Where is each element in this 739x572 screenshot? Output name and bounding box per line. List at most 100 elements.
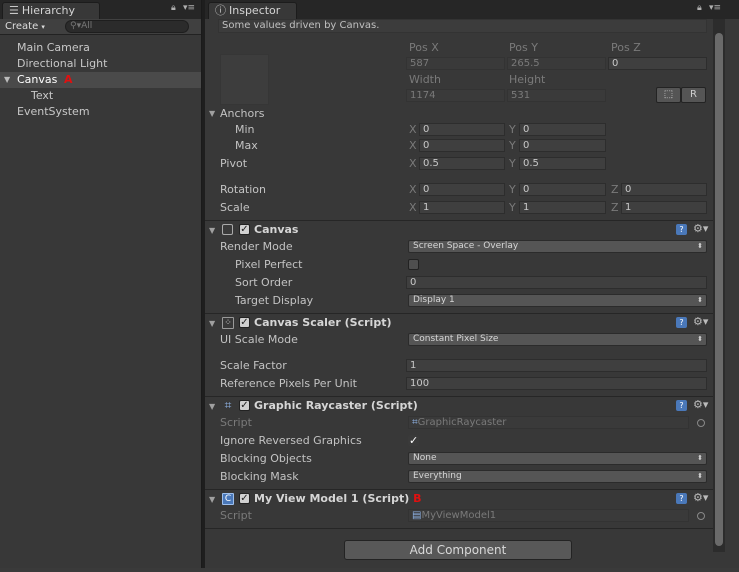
annotation-a: A	[64, 73, 73, 86]
pivot-y-field[interactable]: 0.5	[519, 157, 606, 170]
help-icon[interactable]: ?	[676, 400, 687, 411]
raycaster-script-field: ⌗GraphicRaycaster	[408, 416, 689, 429]
blocking-mask-label: Blocking Mask	[220, 470, 299, 483]
anchor-preset-preview[interactable]	[220, 54, 269, 105]
hierarchy-item-label: Canvas	[17, 73, 58, 86]
rotation-z-field[interactable]: 0	[621, 183, 707, 196]
object-picker-icon[interactable]	[697, 419, 705, 427]
canvas-component-icon	[222, 224, 233, 235]
raycaster-fold-icon[interactable]: ▼	[209, 402, 215, 411]
anchor-min-x-field[interactable]: 0	[419, 123, 505, 136]
add-component-button[interactable]: Add Component	[344, 540, 572, 560]
anchor-min-x-value: 0	[423, 124, 430, 135]
scale-factor-value: 1	[410, 360, 417, 371]
pos-y-field: 265.5	[507, 57, 606, 70]
raycaster-icon: ⌗	[224, 398, 232, 412]
scrollbar-thumb[interactable]	[715, 33, 723, 546]
help-icon[interactable]: ?	[676, 317, 687, 328]
create-button[interactable]: Create ▾	[5, 20, 45, 34]
scale-x-value: 1	[423, 202, 430, 213]
help-icon[interactable]: ?	[676, 224, 687, 235]
sort-order-field[interactable]: 0	[406, 276, 707, 289]
blocking-mask-dropdown[interactable]: Everything ⬍	[408, 470, 707, 483]
script-label: Script	[220, 416, 252, 429]
hierarchy-item-canvas[interactable]: ▼ Canvas A	[0, 72, 201, 88]
raw-edit-button[interactable]: R	[681, 87, 706, 103]
hierarchy-item-label: EventSystem	[17, 105, 90, 118]
render-mode-label: Render Mode	[220, 240, 293, 253]
hierarchy-item-directional-light[interactable]: Directional Light	[17, 56, 107, 72]
anchor-max-y-field[interactable]: 0	[519, 139, 606, 152]
anchor-max-x-field[interactable]: 0	[419, 139, 505, 152]
object-picker-icon[interactable]	[697, 512, 705, 520]
ignore-reversed-checkbox[interactable]: ✓	[408, 435, 419, 446]
rotation-y-field[interactable]: 0	[519, 183, 606, 196]
hierarchy-item-main-camera[interactable]: Main Camera	[17, 40, 90, 56]
height-field: 531	[507, 89, 606, 102]
raycaster-enabled-checkbox[interactable]: ✓	[239, 400, 250, 411]
y-label: Y	[509, 139, 516, 152]
panel-menu-icon[interactable]: ▾≡	[183, 3, 195, 13]
render-mode-dropdown[interactable]: Screen Space - Overlay ⬍	[408, 240, 707, 253]
scaler-enabled-checkbox[interactable]: ✓	[239, 317, 250, 328]
viewmodel-fold-icon[interactable]: ▼	[209, 495, 215, 504]
search-input[interactable]: ⚲▾All	[65, 20, 189, 33]
gear-icon[interactable]: ⚙▾	[693, 316, 708, 327]
rotation-x-field[interactable]: 0	[419, 183, 505, 196]
ref-ppu-field[interactable]: 100	[406, 377, 707, 390]
hierarchy-item-text[interactable]: Text	[31, 88, 53, 104]
target-display-dropdown[interactable]: Display 1 ⬍	[408, 294, 707, 307]
viewmodel-enabled-checkbox[interactable]: ✓	[239, 493, 250, 504]
lock-icon[interactable]: 🔒︎	[171, 3, 176, 13]
ui-scale-mode-dropdown[interactable]: Constant Pixel Size ⬍	[408, 333, 707, 346]
scale-x-field[interactable]: 1	[419, 201, 505, 214]
width-field: 1174	[406, 89, 505, 102]
panel-menu-icon[interactable]: ▾≡	[709, 3, 721, 13]
scale-z-field[interactable]: 1	[621, 201, 707, 214]
hierarchy-item-eventsystem[interactable]: EventSystem	[17, 104, 90, 120]
tab-inspector[interactable]: ⓘ Inspector	[208, 2, 297, 19]
viewmodel-title-text: My View Model 1 (Script)	[254, 492, 410, 505]
raycaster-script-value: GraphicRaycaster	[417, 417, 507, 428]
pixel-perfect-checkbox[interactable]	[408, 259, 419, 270]
expand-arrow-icon[interactable]: ▼	[4, 72, 10, 88]
hierarchy-toolbar: Create ▾ ⚲▾All	[0, 19, 201, 35]
anchors-fold-icon[interactable]: ▼	[209, 109, 215, 118]
x-label: X	[409, 123, 417, 136]
pos-z-field[interactable]: 0	[608, 57, 707, 70]
ui-scale-mode-value: Constant Pixel Size	[413, 334, 499, 344]
width-label: Width	[409, 73, 441, 86]
pos-y-value: 265.5	[511, 58, 540, 69]
dropdown-arrow-icon: ⬍	[697, 472, 703, 480]
csharp-script-icon: C	[222, 493, 234, 505]
anchor-min-y-field[interactable]: 0	[519, 123, 606, 136]
ref-ppu-value: 100	[410, 378, 430, 389]
tab-hierarchy[interactable]: ☰ Hierarchy	[2, 2, 100, 19]
scale-label: Scale	[220, 201, 250, 214]
canvas-title: Canvas	[254, 223, 299, 236]
component-separator	[205, 396, 713, 397]
scale-factor-field[interactable]: 1	[406, 359, 707, 372]
y-label: Y	[509, 157, 516, 170]
tab-hierarchy-label: Hierarchy	[21, 4, 76, 17]
gear-icon[interactable]: ⚙▾	[693, 399, 708, 410]
pivot-x-field[interactable]: 0.5	[419, 157, 505, 170]
component-separator	[205, 313, 713, 314]
help-icon[interactable]: ?	[676, 493, 687, 504]
gear-icon[interactable]: ⚙▾	[693, 223, 708, 234]
hierarchy-item-label: Text	[31, 89, 54, 102]
blocking-objects-dropdown[interactable]: None ⬍	[408, 452, 707, 465]
blocking-objects-label: Blocking Objects	[220, 452, 312, 465]
canvas-fold-icon[interactable]: ▼	[209, 226, 215, 235]
lock-icon[interactable]: 🔒︎	[697, 3, 702, 13]
dropdown-arrow-icon: ⬍	[697, 242, 703, 250]
annotation-b: B	[413, 492, 422, 505]
scale-y-field[interactable]: 1	[519, 201, 606, 214]
canvas-enabled-checkbox[interactable]: ✓	[239, 224, 250, 235]
blueprint-mode-button[interactable]: ⬚	[656, 87, 681, 103]
gear-icon[interactable]: ⚙▾	[693, 492, 708, 503]
height-label: Height	[509, 73, 546, 86]
scaler-fold-icon[interactable]: ▼	[209, 319, 215, 328]
sort-order-value: 0	[410, 277, 417, 288]
anchor-min-y-value: 0	[523, 124, 530, 135]
